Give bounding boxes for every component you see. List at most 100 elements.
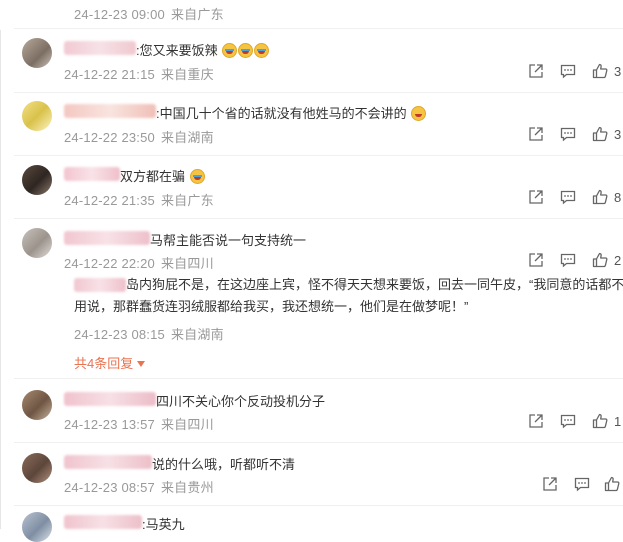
crying-emoji-icon	[254, 43, 270, 58]
comment-time: 24-12-23 13:57	[64, 417, 155, 432]
share-button[interactable]	[528, 413, 544, 429]
sad-emoji-icon	[189, 169, 205, 184]
comment-location: 来自四川	[160, 256, 214, 271]
username[interactable]	[64, 41, 136, 55]
like-button[interactable]: 3	[592, 126, 621, 142]
comment-button[interactable]	[560, 126, 576, 142]
like-count: 3	[614, 126, 622, 142]
divider	[14, 505, 623, 506]
comment-text-body: 双方都在骗	[120, 169, 186, 184]
share-icon	[529, 414, 543, 428]
comment-text: 四川不关心你个反动投机分子	[156, 391, 325, 410]
avatar[interactable]	[22, 512, 52, 542]
divider	[14, 92, 623, 93]
top-comment-location: 来自广东	[170, 7, 224, 22]
comment-time: 24-12-22 21:15	[64, 67, 155, 82]
username[interactable]	[64, 392, 156, 406]
comment-button[interactable]	[574, 476, 590, 492]
comment-text-body: :您又来要饭辣	[136, 43, 218, 58]
comment-thread: 24-12-23 09:00 来自广东 :您又来要饭辣 24-12-22 21:1…	[0, 0, 623, 542]
comment-text-body: :中国几十个省的话就没有他姓马的不会讲的	[156, 106, 407, 121]
reply-text: 岛内狗屁不是，在这边座上宾，怪不得天天想来要饭，回去一同午皮，“我同意的话都不用…	[74, 277, 623, 314]
comment-time: 24-12-22 22:20	[64, 256, 155, 271]
divider	[14, 218, 623, 219]
top-comment-time: 24-12-23 09:00	[74, 7, 165, 22]
share-icon	[529, 253, 543, 267]
like-button[interactable]: 1	[592, 413, 621, 429]
comment-button[interactable]	[560, 189, 576, 205]
comment-location: 来自四川	[160, 417, 214, 432]
comment-icon	[560, 127, 576, 142]
comment-meta: 24-12-22 23:50 来自湖南	[64, 127, 214, 146]
more-replies-link[interactable]: 共4条回复	[74, 353, 145, 372]
crying-emoji-icon	[222, 43, 238, 58]
crying-emoji-icon	[238, 43, 254, 58]
avatar[interactable]	[22, 453, 52, 483]
thumbs-up-icon	[592, 413, 608, 429]
username[interactable]	[64, 515, 142, 529]
comment-text-body: :马英九	[142, 517, 185, 532]
thumbs-up-icon	[592, 189, 608, 205]
comment-time: 24-12-23 08:57	[64, 480, 155, 495]
like-button[interactable]: 3	[592, 63, 621, 79]
share-icon	[529, 64, 543, 78]
comment-icon	[560, 414, 576, 429]
comment-meta: 24-12-22 21:15 来自重庆	[64, 64, 214, 83]
comment-button[interactable]	[560, 63, 576, 79]
comment-icon	[574, 477, 590, 492]
like-count: 3	[614, 63, 622, 79]
divider	[14, 442, 623, 443]
like-button[interactable]: 2	[592, 252, 621, 268]
comment-button[interactable]	[560, 413, 576, 429]
avatar[interactable]	[22, 165, 52, 195]
username[interactable]	[64, 104, 156, 118]
divider	[14, 378, 623, 379]
comment-time: 24-12-22 21:35	[64, 193, 155, 208]
username[interactable]	[64, 231, 150, 245]
comment-text: :中国几十个省的话就没有他姓马的不会讲的	[156, 103, 427, 122]
comment-location: 来自贵州	[160, 480, 214, 495]
share-button[interactable]	[528, 189, 544, 205]
caret-down-icon	[136, 361, 145, 367]
like-button[interactable]: 8	[592, 189, 621, 205]
avatar[interactable]	[22, 390, 52, 420]
more-replies-label: 共4条回复	[74, 356, 134, 371]
comment-text: 马帮主能否说一句支持统一	[150, 230, 306, 249]
like-count: 2	[614, 252, 622, 268]
share-button[interactable]	[528, 126, 544, 142]
comment-text: :您又来要饭辣	[136, 40, 270, 59]
divider	[14, 155, 623, 156]
share-button[interactable]	[528, 252, 544, 268]
like-count: 1	[614, 413, 622, 429]
comment-text-body: 说的什么哦，听都听不清	[152, 457, 296, 472]
thumbs-up-icon	[592, 126, 608, 142]
comment-text: :马英九	[142, 514, 185, 533]
share-button[interactable]	[528, 63, 544, 79]
top-comment-meta: 24-12-23 09:00 来自广东	[74, 4, 224, 23]
comment-text-body: 马帮主能否说一句支持统一	[150, 233, 307, 248]
comment-button[interactable]	[560, 252, 576, 268]
thread-left-rule	[0, 30, 1, 529]
grin-emoji-icon	[411, 106, 427, 121]
avatar[interactable]	[22, 38, 52, 68]
reply-location: 来自湖南	[170, 327, 224, 342]
like-count: 8	[614, 189, 622, 205]
comment-meta: 24-12-23 08:57 来自贵州	[64, 477, 214, 496]
avatar[interactable]	[22, 228, 52, 258]
username[interactable]	[64, 455, 152, 469]
comment-icon	[560, 253, 576, 268]
comment-icon	[560, 190, 576, 205]
comment-time: 24-12-22 23:50	[64, 130, 155, 145]
comment-meta: 24-12-22 22:20 来自四川	[64, 253, 214, 272]
share-icon	[529, 127, 543, 141]
share-button[interactable]	[542, 476, 558, 492]
divider	[14, 28, 623, 29]
share-icon	[543, 477, 557, 491]
username[interactable]	[64, 167, 120, 181]
thumbs-up-icon	[592, 63, 608, 79]
comment-meta: 24-12-22 21:35 来自广东	[64, 190, 214, 209]
comment-text-body: 四川不关心你个反动投机分子	[156, 394, 326, 409]
thumbs-up-icon	[604, 476, 620, 492]
avatar[interactable]	[22, 101, 52, 131]
like-button[interactable]	[604, 476, 620, 492]
